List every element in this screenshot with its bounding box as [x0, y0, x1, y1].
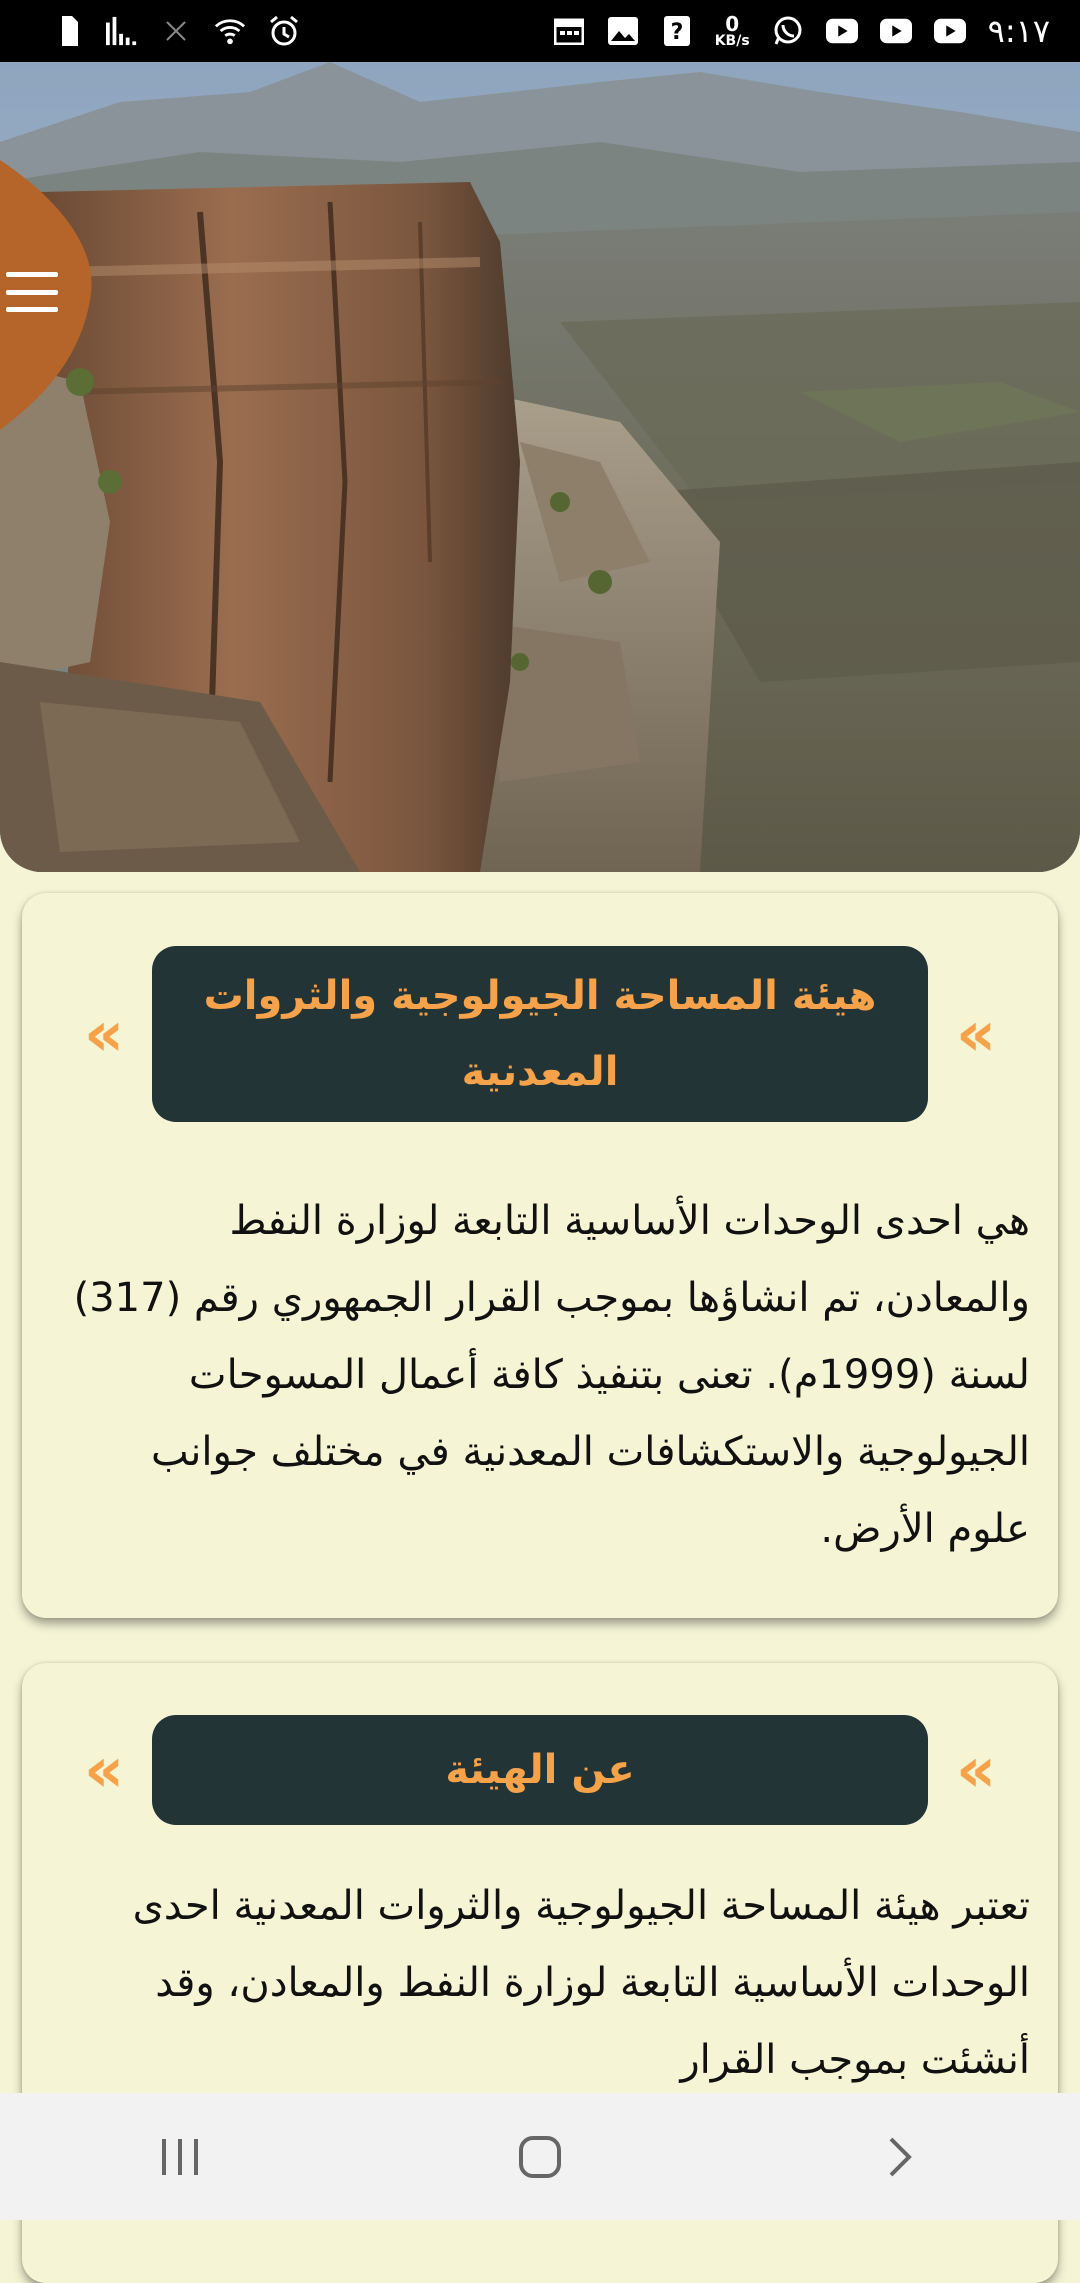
recent-apps-button[interactable]: [130, 2117, 230, 2197]
net-speed: 0 KB/s: [715, 14, 750, 48]
info-card: « هيئة المساحة الجيولوجية والثروات المعد…: [22, 893, 1058, 1618]
chevron-right-icon[interactable]: «: [956, 1739, 996, 1801]
data-off-icon: [160, 15, 192, 47]
youtube-icon: [879, 15, 912, 47]
wifi-icon: [214, 15, 246, 47]
net-speed-value: 0: [725, 12, 740, 36]
status-bar: ? 0 KB/s ٩:١٧: [0, 0, 1080, 62]
net-speed-unit: KB/s: [714, 33, 750, 49]
hero-image: [0, 62, 1080, 872]
hamburger-menu-button[interactable]: [6, 272, 58, 312]
youtube-icon: [825, 15, 858, 47]
gallery-icon: [607, 15, 639, 47]
menu-bar: [6, 272, 58, 277]
back-icon: [889, 2137, 912, 2176]
unknown-app-icon: ?: [661, 15, 693, 47]
youtube-icon: [933, 15, 966, 47]
home-icon: [519, 2135, 561, 2178]
home-button[interactable]: [490, 2117, 590, 2197]
mountain-cliff-landscape: [0, 62, 1080, 872]
status-left-icons: [52, 15, 300, 47]
menu-bar: [6, 289, 58, 295]
clock: ٩:١٧: [987, 12, 1050, 50]
svg-text:?: ?: [670, 20, 683, 45]
back-button[interactable]: [850, 2117, 950, 2197]
status-right-icons: ? 0 KB/s ٩:١٧: [553, 12, 1050, 50]
chevron-right-icon[interactable]: «: [956, 1003, 996, 1065]
card-body-text: هي احدى الوحدات الأساسية التابعة لوزارة …: [73, 1198, 1030, 1552]
card-header: « هيئة المساحة الجيولوجية والثروات المعد…: [22, 946, 1058, 1122]
system-nav-bar: [0, 2093, 1080, 2220]
card-body-text: تعتبر هيئة المساحة الجيولوجية والثروات ا…: [132, 1883, 1030, 2083]
chevron-left-icon[interactable]: «: [84, 1739, 124, 1801]
card-header: « عن الهيئة «: [22, 1715, 1058, 1825]
sim-icon: [52, 15, 84, 47]
signal-icon: [106, 15, 138, 47]
recent-apps-icon: [162, 2138, 198, 2175]
calendar-icon: [553, 15, 585, 47]
chevron-left-icon[interactable]: «: [84, 1003, 124, 1065]
card-title: هيئة المساحة الجيولوجية والثروات المعدني…: [152, 946, 928, 1122]
card-title: عن الهيئة: [152, 1715, 928, 1825]
menu-bar: [6, 307, 58, 312]
alarm-icon: [268, 15, 300, 47]
whatsapp-icon: [772, 15, 804, 47]
